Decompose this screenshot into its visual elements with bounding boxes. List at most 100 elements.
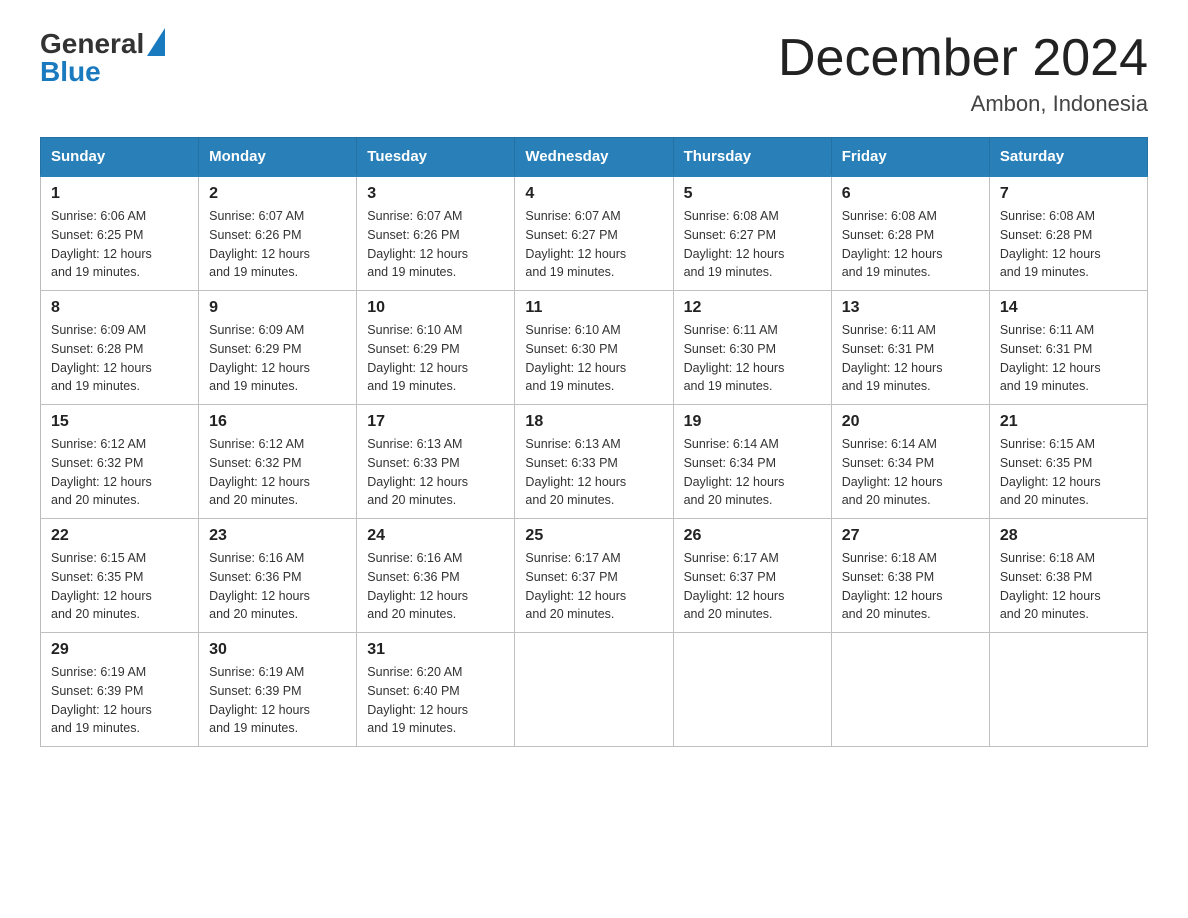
day-number: 18 [525, 413, 662, 431]
day-info: Sunrise: 6:12 AM Sunset: 6:32 PM Dayligh… [209, 435, 346, 510]
day-info: Sunrise: 6:09 AM Sunset: 6:29 PM Dayligh… [209, 321, 346, 396]
col-friday: Friday [831, 138, 989, 177]
day-number: 9 [209, 299, 346, 317]
table-row: 8 Sunrise: 6:09 AM Sunset: 6:28 PM Dayli… [41, 291, 199, 405]
day-number: 31 [367, 641, 504, 659]
calendar-week-2: 8 Sunrise: 6:09 AM Sunset: 6:28 PM Dayli… [41, 291, 1148, 405]
table-row: 22 Sunrise: 6:15 AM Sunset: 6:35 PM Dayl… [41, 519, 199, 633]
table-row: 20 Sunrise: 6:14 AM Sunset: 6:34 PM Dayl… [831, 405, 989, 519]
day-info: Sunrise: 6:07 AM Sunset: 6:27 PM Dayligh… [525, 207, 662, 282]
logo-triangle-icon [147, 28, 165, 56]
table-row: 4 Sunrise: 6:07 AM Sunset: 6:27 PM Dayli… [515, 176, 673, 291]
calendar-table: Sunday Monday Tuesday Wednesday Thursday… [40, 137, 1148, 747]
day-number: 15 [51, 413, 188, 431]
day-number: 5 [684, 185, 821, 203]
table-row: 31 Sunrise: 6:20 AM Sunset: 6:40 PM Dayl… [357, 633, 515, 747]
day-info: Sunrise: 6:07 AM Sunset: 6:26 PM Dayligh… [209, 207, 346, 282]
day-info: Sunrise: 6:11 AM Sunset: 6:30 PM Dayligh… [684, 321, 821, 396]
title-section: December 2024 Ambon, Indonesia [778, 30, 1148, 117]
day-number: 19 [684, 413, 821, 431]
day-info: Sunrise: 6:18 AM Sunset: 6:38 PM Dayligh… [842, 549, 979, 624]
day-number: 28 [1000, 527, 1137, 545]
table-row: 10 Sunrise: 6:10 AM Sunset: 6:29 PM Dayl… [357, 291, 515, 405]
table-row: 13 Sunrise: 6:11 AM Sunset: 6:31 PM Dayl… [831, 291, 989, 405]
table-row: 29 Sunrise: 6:19 AM Sunset: 6:39 PM Dayl… [41, 633, 199, 747]
day-number: 13 [842, 299, 979, 317]
day-number: 8 [51, 299, 188, 317]
calendar-subtitle: Ambon, Indonesia [778, 91, 1148, 117]
day-info: Sunrise: 6:15 AM Sunset: 6:35 PM Dayligh… [1000, 435, 1137, 510]
logo-text-general: General [40, 30, 144, 58]
table-row [673, 633, 831, 747]
day-number: 12 [684, 299, 821, 317]
table-row: 1 Sunrise: 6:06 AM Sunset: 6:25 PM Dayli… [41, 176, 199, 291]
page-header: General Blue December 2024 Ambon, Indone… [40, 30, 1148, 117]
table-row: 30 Sunrise: 6:19 AM Sunset: 6:39 PM Dayl… [199, 633, 357, 747]
calendar-title: December 2024 [778, 30, 1148, 87]
day-info: Sunrise: 6:06 AM Sunset: 6:25 PM Dayligh… [51, 207, 188, 282]
table-row: 12 Sunrise: 6:11 AM Sunset: 6:30 PM Dayl… [673, 291, 831, 405]
col-sunday: Sunday [41, 138, 199, 177]
header-row: Sunday Monday Tuesday Wednesday Thursday… [41, 138, 1148, 177]
calendar-week-4: 22 Sunrise: 6:15 AM Sunset: 6:35 PM Dayl… [41, 519, 1148, 633]
day-info: Sunrise: 6:10 AM Sunset: 6:30 PM Dayligh… [525, 321, 662, 396]
table-row: 19 Sunrise: 6:14 AM Sunset: 6:34 PM Dayl… [673, 405, 831, 519]
calendar-week-5: 29 Sunrise: 6:19 AM Sunset: 6:39 PM Dayl… [41, 633, 1148, 747]
col-saturday: Saturday [989, 138, 1147, 177]
day-info: Sunrise: 6:16 AM Sunset: 6:36 PM Dayligh… [367, 549, 504, 624]
day-number: 23 [209, 527, 346, 545]
day-info: Sunrise: 6:15 AM Sunset: 6:35 PM Dayligh… [51, 549, 188, 624]
table-row: 21 Sunrise: 6:15 AM Sunset: 6:35 PM Dayl… [989, 405, 1147, 519]
day-info: Sunrise: 6:17 AM Sunset: 6:37 PM Dayligh… [525, 549, 662, 624]
day-info: Sunrise: 6:10 AM Sunset: 6:29 PM Dayligh… [367, 321, 504, 396]
day-number: 17 [367, 413, 504, 431]
logo: General Blue [40, 30, 165, 86]
table-row [515, 633, 673, 747]
day-info: Sunrise: 6:17 AM Sunset: 6:37 PM Dayligh… [684, 549, 821, 624]
day-number: 25 [525, 527, 662, 545]
table-row: 11 Sunrise: 6:10 AM Sunset: 6:30 PM Dayl… [515, 291, 673, 405]
calendar-week-3: 15 Sunrise: 6:12 AM Sunset: 6:32 PM Dayl… [41, 405, 1148, 519]
day-info: Sunrise: 6:11 AM Sunset: 6:31 PM Dayligh… [1000, 321, 1137, 396]
day-number: 7 [1000, 185, 1137, 203]
day-number: 2 [209, 185, 346, 203]
day-number: 10 [367, 299, 504, 317]
table-row: 15 Sunrise: 6:12 AM Sunset: 6:32 PM Dayl… [41, 405, 199, 519]
table-row: 24 Sunrise: 6:16 AM Sunset: 6:36 PM Dayl… [357, 519, 515, 633]
calendar-body: 1 Sunrise: 6:06 AM Sunset: 6:25 PM Dayli… [41, 176, 1148, 747]
day-info: Sunrise: 6:09 AM Sunset: 6:28 PM Dayligh… [51, 321, 188, 396]
table-row: 27 Sunrise: 6:18 AM Sunset: 6:38 PM Dayl… [831, 519, 989, 633]
table-row: 23 Sunrise: 6:16 AM Sunset: 6:36 PM Dayl… [199, 519, 357, 633]
day-info: Sunrise: 6:11 AM Sunset: 6:31 PM Dayligh… [842, 321, 979, 396]
table-row: 9 Sunrise: 6:09 AM Sunset: 6:29 PM Dayli… [199, 291, 357, 405]
day-info: Sunrise: 6:20 AM Sunset: 6:40 PM Dayligh… [367, 663, 504, 738]
table-row: 25 Sunrise: 6:17 AM Sunset: 6:37 PM Dayl… [515, 519, 673, 633]
table-row: 18 Sunrise: 6:13 AM Sunset: 6:33 PM Dayl… [515, 405, 673, 519]
day-number: 16 [209, 413, 346, 431]
table-row: 26 Sunrise: 6:17 AM Sunset: 6:37 PM Dayl… [673, 519, 831, 633]
table-row: 2 Sunrise: 6:07 AM Sunset: 6:26 PM Dayli… [199, 176, 357, 291]
logo-text-blue: Blue [40, 58, 165, 86]
table-row: 16 Sunrise: 6:12 AM Sunset: 6:32 PM Dayl… [199, 405, 357, 519]
table-row: 17 Sunrise: 6:13 AM Sunset: 6:33 PM Dayl… [357, 405, 515, 519]
table-row [989, 633, 1147, 747]
day-number: 22 [51, 527, 188, 545]
col-monday: Monday [199, 138, 357, 177]
day-info: Sunrise: 6:14 AM Sunset: 6:34 PM Dayligh… [684, 435, 821, 510]
day-number: 11 [525, 299, 662, 317]
day-number: 1 [51, 185, 188, 203]
table-row: 5 Sunrise: 6:08 AM Sunset: 6:27 PM Dayli… [673, 176, 831, 291]
day-info: Sunrise: 6:13 AM Sunset: 6:33 PM Dayligh… [525, 435, 662, 510]
day-info: Sunrise: 6:08 AM Sunset: 6:28 PM Dayligh… [842, 207, 979, 282]
day-info: Sunrise: 6:07 AM Sunset: 6:26 PM Dayligh… [367, 207, 504, 282]
day-number: 6 [842, 185, 979, 203]
calendar-header: Sunday Monday Tuesday Wednesday Thursday… [41, 138, 1148, 177]
day-number: 20 [842, 413, 979, 431]
day-info: Sunrise: 6:13 AM Sunset: 6:33 PM Dayligh… [367, 435, 504, 510]
day-info: Sunrise: 6:14 AM Sunset: 6:34 PM Dayligh… [842, 435, 979, 510]
day-info: Sunrise: 6:08 AM Sunset: 6:27 PM Dayligh… [684, 207, 821, 282]
day-number: 24 [367, 527, 504, 545]
table-row [831, 633, 989, 747]
table-row: 28 Sunrise: 6:18 AM Sunset: 6:38 PM Dayl… [989, 519, 1147, 633]
day-number: 29 [51, 641, 188, 659]
